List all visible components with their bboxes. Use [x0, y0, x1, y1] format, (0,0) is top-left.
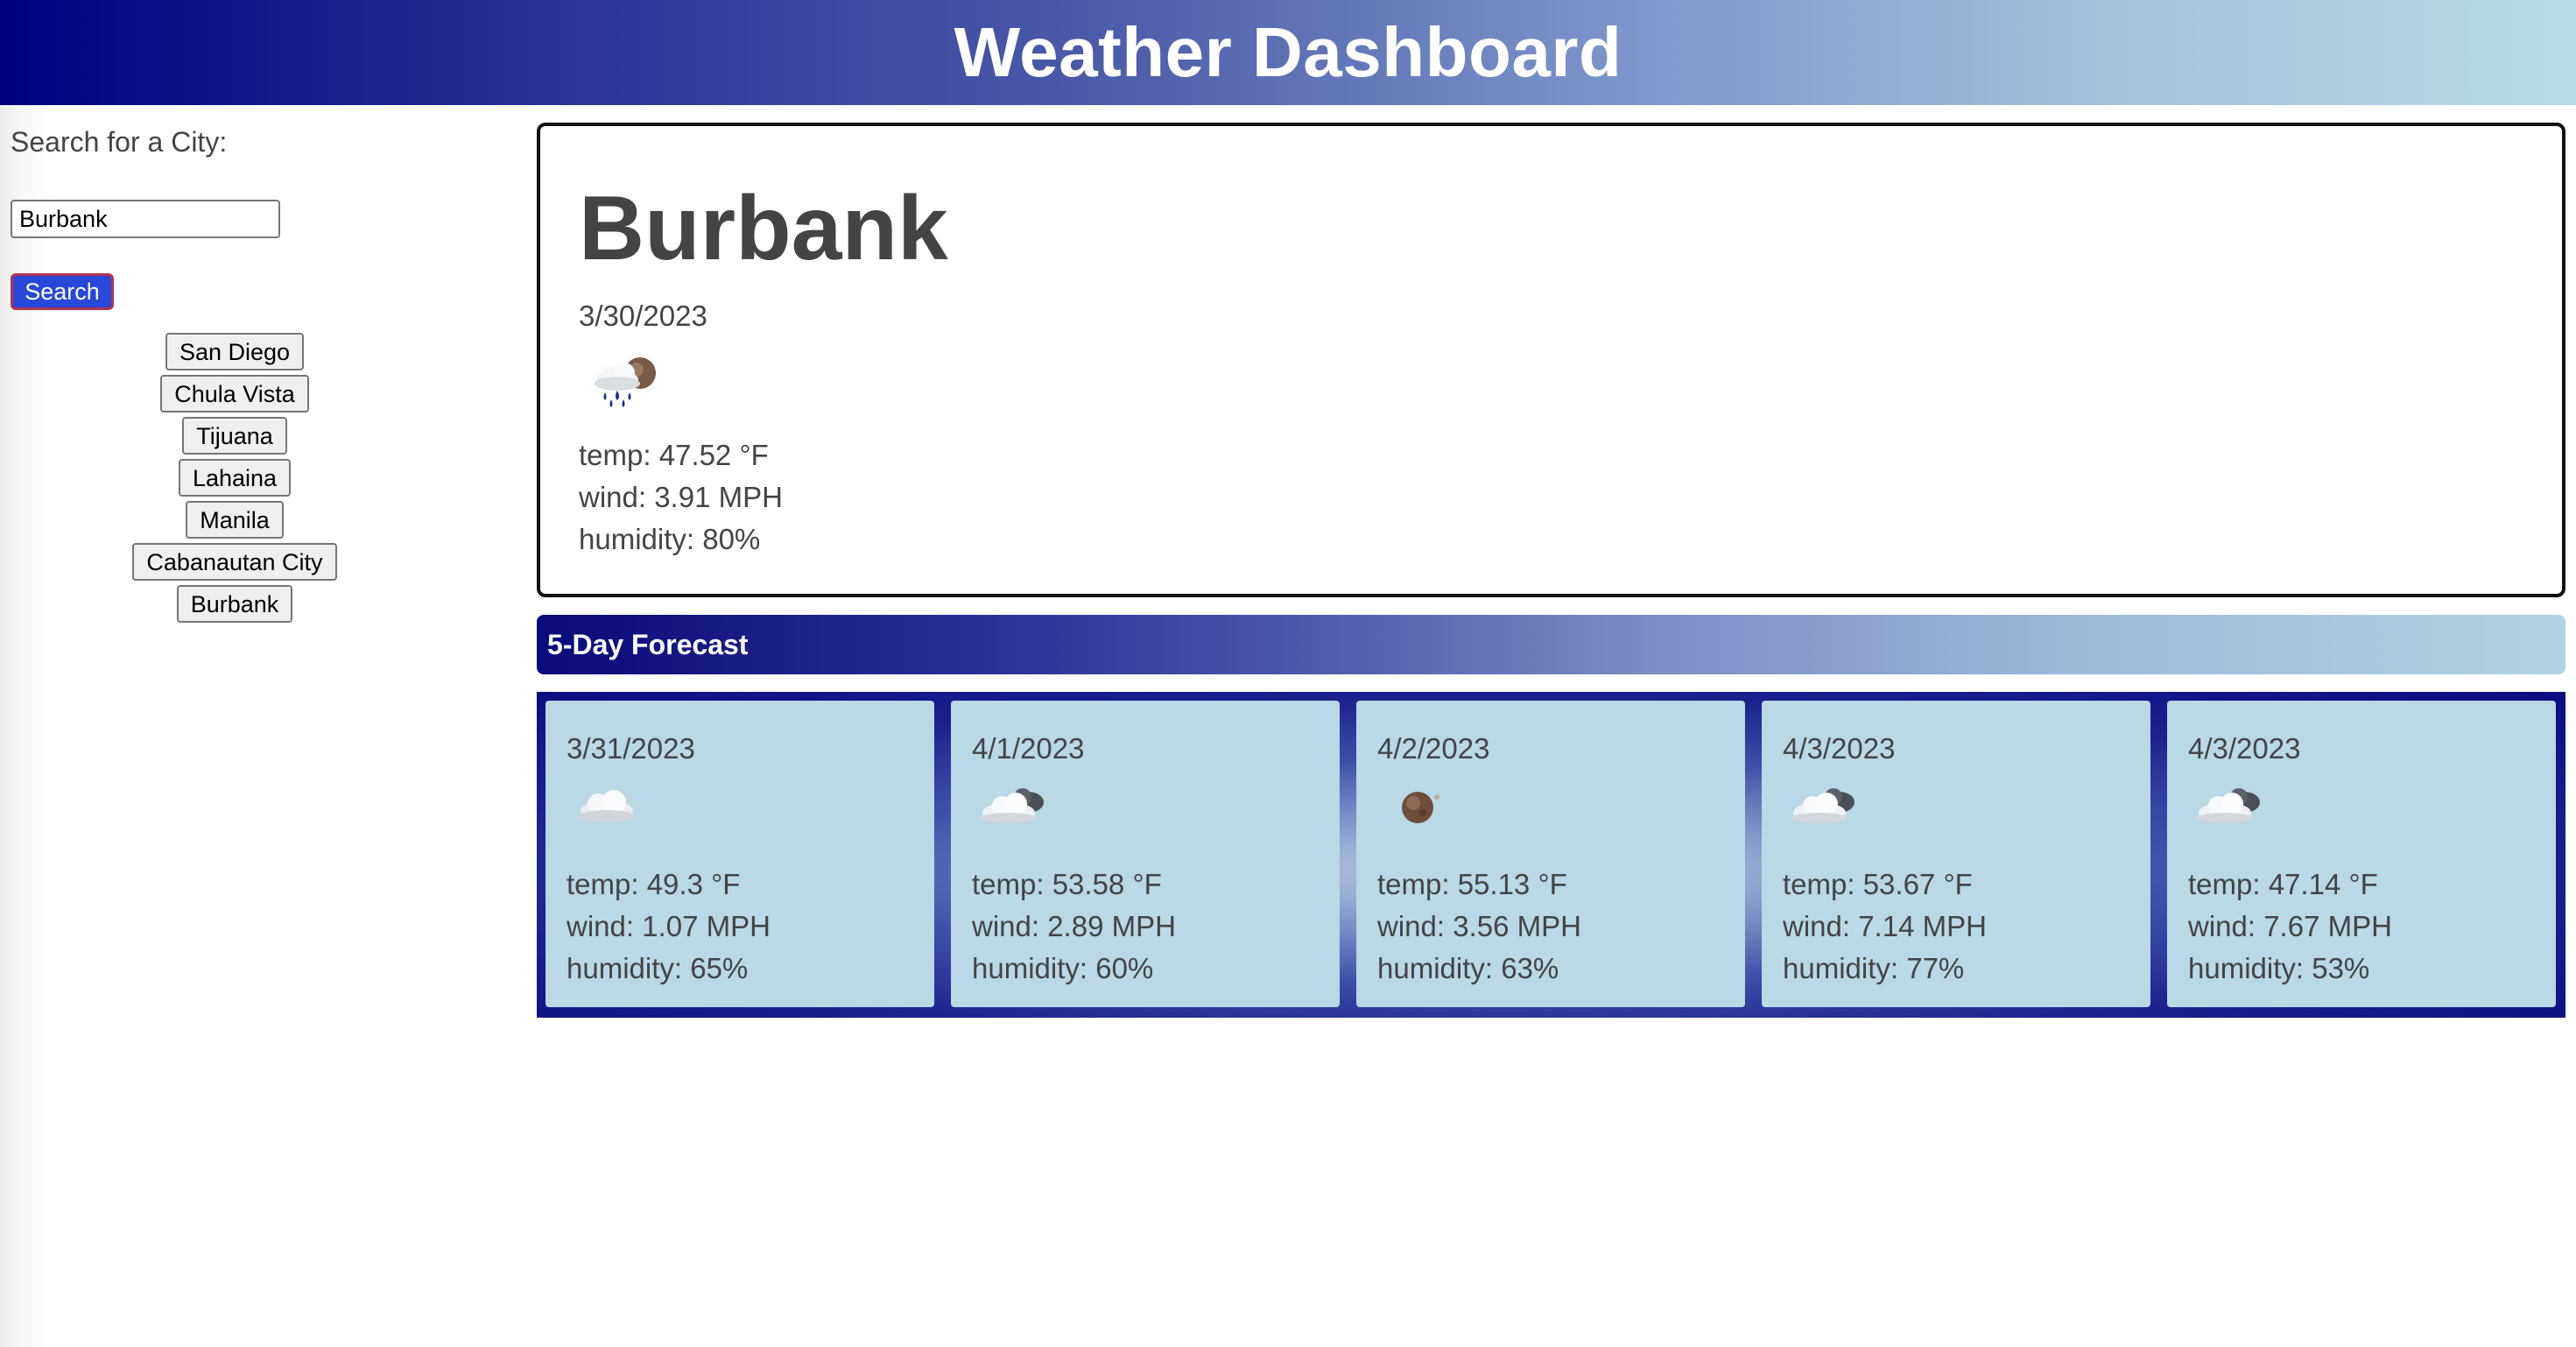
moon-icon: [1402, 792, 1439, 823]
forecast-container: 3/31/2023 temp: 49.3 °F wind: 1.07 MPH h…: [537, 692, 2565, 1018]
forecast-card: 4/3/2023 temp: 47.14 °F wind: 7.67 MPH h…: [2167, 701, 2556, 1007]
forecast-wind: wind: 3.56 MPH: [1377, 910, 1581, 942]
forecast-temp: temp: 49.3 °F: [567, 868, 741, 900]
forecast-temp: temp: 53.58 °F: [972, 868, 1162, 900]
search-history-list: San Diego Chula Vista Tijuana Lahaina Ma…: [0, 333, 469, 627]
history-city-button[interactable]: Manila: [186, 501, 284, 539]
forecast-humidity: humidity: 60%: [972, 952, 1154, 984]
partly-cloudy-icon: [981, 788, 1044, 823]
current-weather-card: Burbank 3/30/2023 temp: 47.52 °F wind: 3…: [537, 123, 2565, 597]
forecast-stats: temp: 49.3 °F wind: 1.07 MPH humidity: 6…: [567, 864, 771, 990]
forecast-humidity: humidity: 77%: [1783, 952, 1965, 984]
forecast-humidity: humidity: 65%: [567, 952, 749, 984]
search-label: Search for a City:: [11, 126, 228, 158]
forecast-stats: temp: 53.58 °F wind: 2.89 MPH humidity: …: [972, 864, 1176, 990]
forecast-humidity: humidity: 53%: [2188, 952, 2370, 984]
partly-cloudy-icon: [1791, 788, 1855, 823]
forecast-date: 4/2/2023: [1377, 732, 1490, 765]
search-button[interactable]: Search: [11, 273, 114, 310]
rain-cloud-icon: [595, 357, 656, 407]
forecast-card: 4/3/2023 temp: 53.67 °F wind: 7.14 MPH h…: [1762, 701, 2150, 1007]
forecast-stats: temp: 47.14 °F wind: 7.67 MPH humidity: …: [2188, 864, 2392, 990]
forecast-wind: wind: 2.89 MPH: [972, 910, 1176, 942]
forecast-card: 4/1/2023 temp: 53.58 °F wind: 2.89 MPH h…: [951, 701, 1340, 1007]
forecast-wind: wind: 7.14 MPH: [1783, 910, 1987, 942]
history-city-button[interactable]: Chula Vista: [160, 375, 309, 413]
forecast-temp: temp: 55.13 °F: [1377, 868, 1567, 900]
current-wind: wind: 3.91 MPH: [579, 481, 783, 513]
forecast-card: 3/31/2023 temp: 49.3 °F wind: 1.07 MPH h…: [545, 701, 934, 1007]
current-stats: temp: 47.52 °F wind: 3.91 MPH humidity: …: [579, 434, 783, 561]
history-city-button[interactable]: Burbank: [176, 585, 293, 623]
history-city-button[interactable]: Lahaina: [178, 459, 292, 497]
forecast-card: 4/2/2023 temp: 55.13 °F wind: 3.56 MPH h…: [1356, 701, 1745, 1007]
cloud-icon: [579, 790, 635, 822]
forecast-wind: wind: 7.67 MPH: [2188, 910, 2392, 942]
history-city-button[interactable]: Tijuana: [182, 417, 287, 455]
page-header: Weather Dashboard: [0, 0, 2576, 105]
forecast-stats: temp: 53.67 °F wind: 7.14 MPH humidity: …: [1783, 864, 1987, 990]
current-date: 3/30/2023: [579, 300, 707, 332]
partly-cloudy-icon: [2197, 788, 2260, 823]
forecast-date: 4/1/2023: [972, 732, 1085, 765]
forecast-humidity: humidity: 63%: [1377, 952, 1559, 984]
forecast-date: 3/31/2023: [567, 732, 695, 765]
history-city-button[interactable]: Cabanautan City: [132, 543, 337, 581]
forecast-wind: wind: 1.07 MPH: [567, 910, 771, 942]
forecast-date: 4/3/2023: [1783, 732, 1896, 765]
forecast-title: 5-Day Forecast: [547, 628, 749, 660]
forecast-stats: temp: 55.13 °F wind: 3.56 MPH humidity: …: [1377, 864, 1581, 990]
city-search-input[interactable]: [11, 200, 280, 238]
forecast-header: 5-Day Forecast: [537, 615, 2565, 674]
current-city-name: Burbank: [579, 178, 948, 279]
current-humidity: humidity: 80%: [579, 523, 761, 555]
page-title: Weather Dashboard: [954, 13, 1622, 91]
forecast-temp: temp: 53.67 °F: [1783, 868, 1973, 900]
history-city-button[interactable]: San Diego: [165, 333, 305, 370]
current-temp: temp: 47.52 °F: [579, 439, 769, 471]
forecast-temp: temp: 47.14 °F: [2188, 868, 2378, 900]
forecast-date: 4/3/2023: [2188, 732, 2301, 765]
